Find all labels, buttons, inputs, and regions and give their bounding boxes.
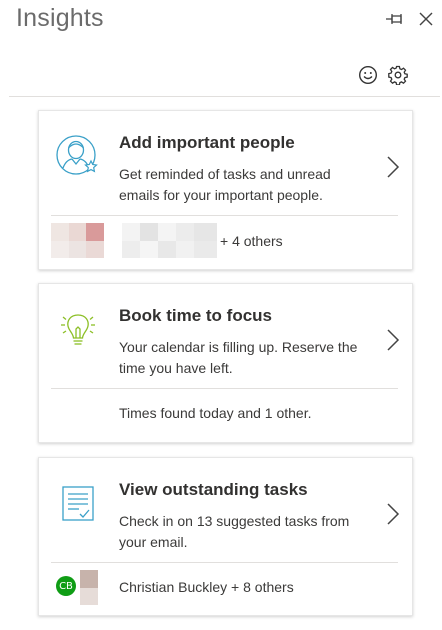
card-divider bbox=[51, 215, 398, 216]
chevron-right-icon[interactable] bbox=[386, 155, 400, 179]
card-divider bbox=[51, 562, 398, 563]
card-title: Book time to focus bbox=[119, 306, 273, 325]
close-icon bbox=[419, 12, 433, 26]
card-title: View outstanding tasks bbox=[119, 480, 308, 499]
add-important-people-card[interactable]: Add important people Get reminded of tas… bbox=[38, 110, 413, 270]
settings-button[interactable] bbox=[387, 64, 409, 86]
card-title: Add important people bbox=[119, 133, 295, 152]
card-description: Get reminded of tasks and unread emails … bbox=[119, 166, 331, 203]
smiley-icon bbox=[358, 65, 378, 85]
avatar[interactable] bbox=[122, 223, 217, 258]
card-divider bbox=[51, 388, 398, 389]
book-time-to-focus-card[interactable]: Book time to focus Your calendar is fill… bbox=[38, 283, 413, 443]
feedback-button[interactable] bbox=[357, 64, 379, 86]
gear-icon bbox=[388, 65, 408, 85]
lightbulb-icon bbox=[55, 307, 101, 353]
pin-button[interactable] bbox=[384, 8, 406, 30]
view-outstanding-tasks-card[interactable]: View outstanding tasks Check in on 13 su… bbox=[38, 457, 413, 616]
others-count[interactable]: + 4 others bbox=[220, 233, 283, 249]
task-people-summary[interactable]: Christian Buckley + 8 others bbox=[119, 579, 294, 595]
pane-title: Insights bbox=[16, 4, 104, 32]
person-star-icon bbox=[55, 134, 101, 180]
card-description: Check in on 13 suggested tasks from your… bbox=[119, 513, 350, 550]
document-check-icon bbox=[55, 481, 101, 527]
insights-pane: Insights Add important people Get remind… bbox=[0, 0, 442, 630]
close-button[interactable] bbox=[415, 8, 437, 30]
focus-times-summary[interactable]: Times found today and 1 other. bbox=[119, 405, 312, 421]
chevron-right-icon[interactable] bbox=[386, 328, 400, 352]
avatar[interactable] bbox=[80, 570, 98, 605]
chevron-right-icon[interactable] bbox=[386, 502, 400, 526]
avatar[interactable] bbox=[51, 223, 104, 258]
header-divider bbox=[9, 96, 440, 97]
pin-icon bbox=[386, 14, 402, 24]
avatar[interactable]: CB bbox=[56, 576, 76, 596]
card-description: Your calendar is filling up. Reserve the… bbox=[119, 339, 358, 376]
